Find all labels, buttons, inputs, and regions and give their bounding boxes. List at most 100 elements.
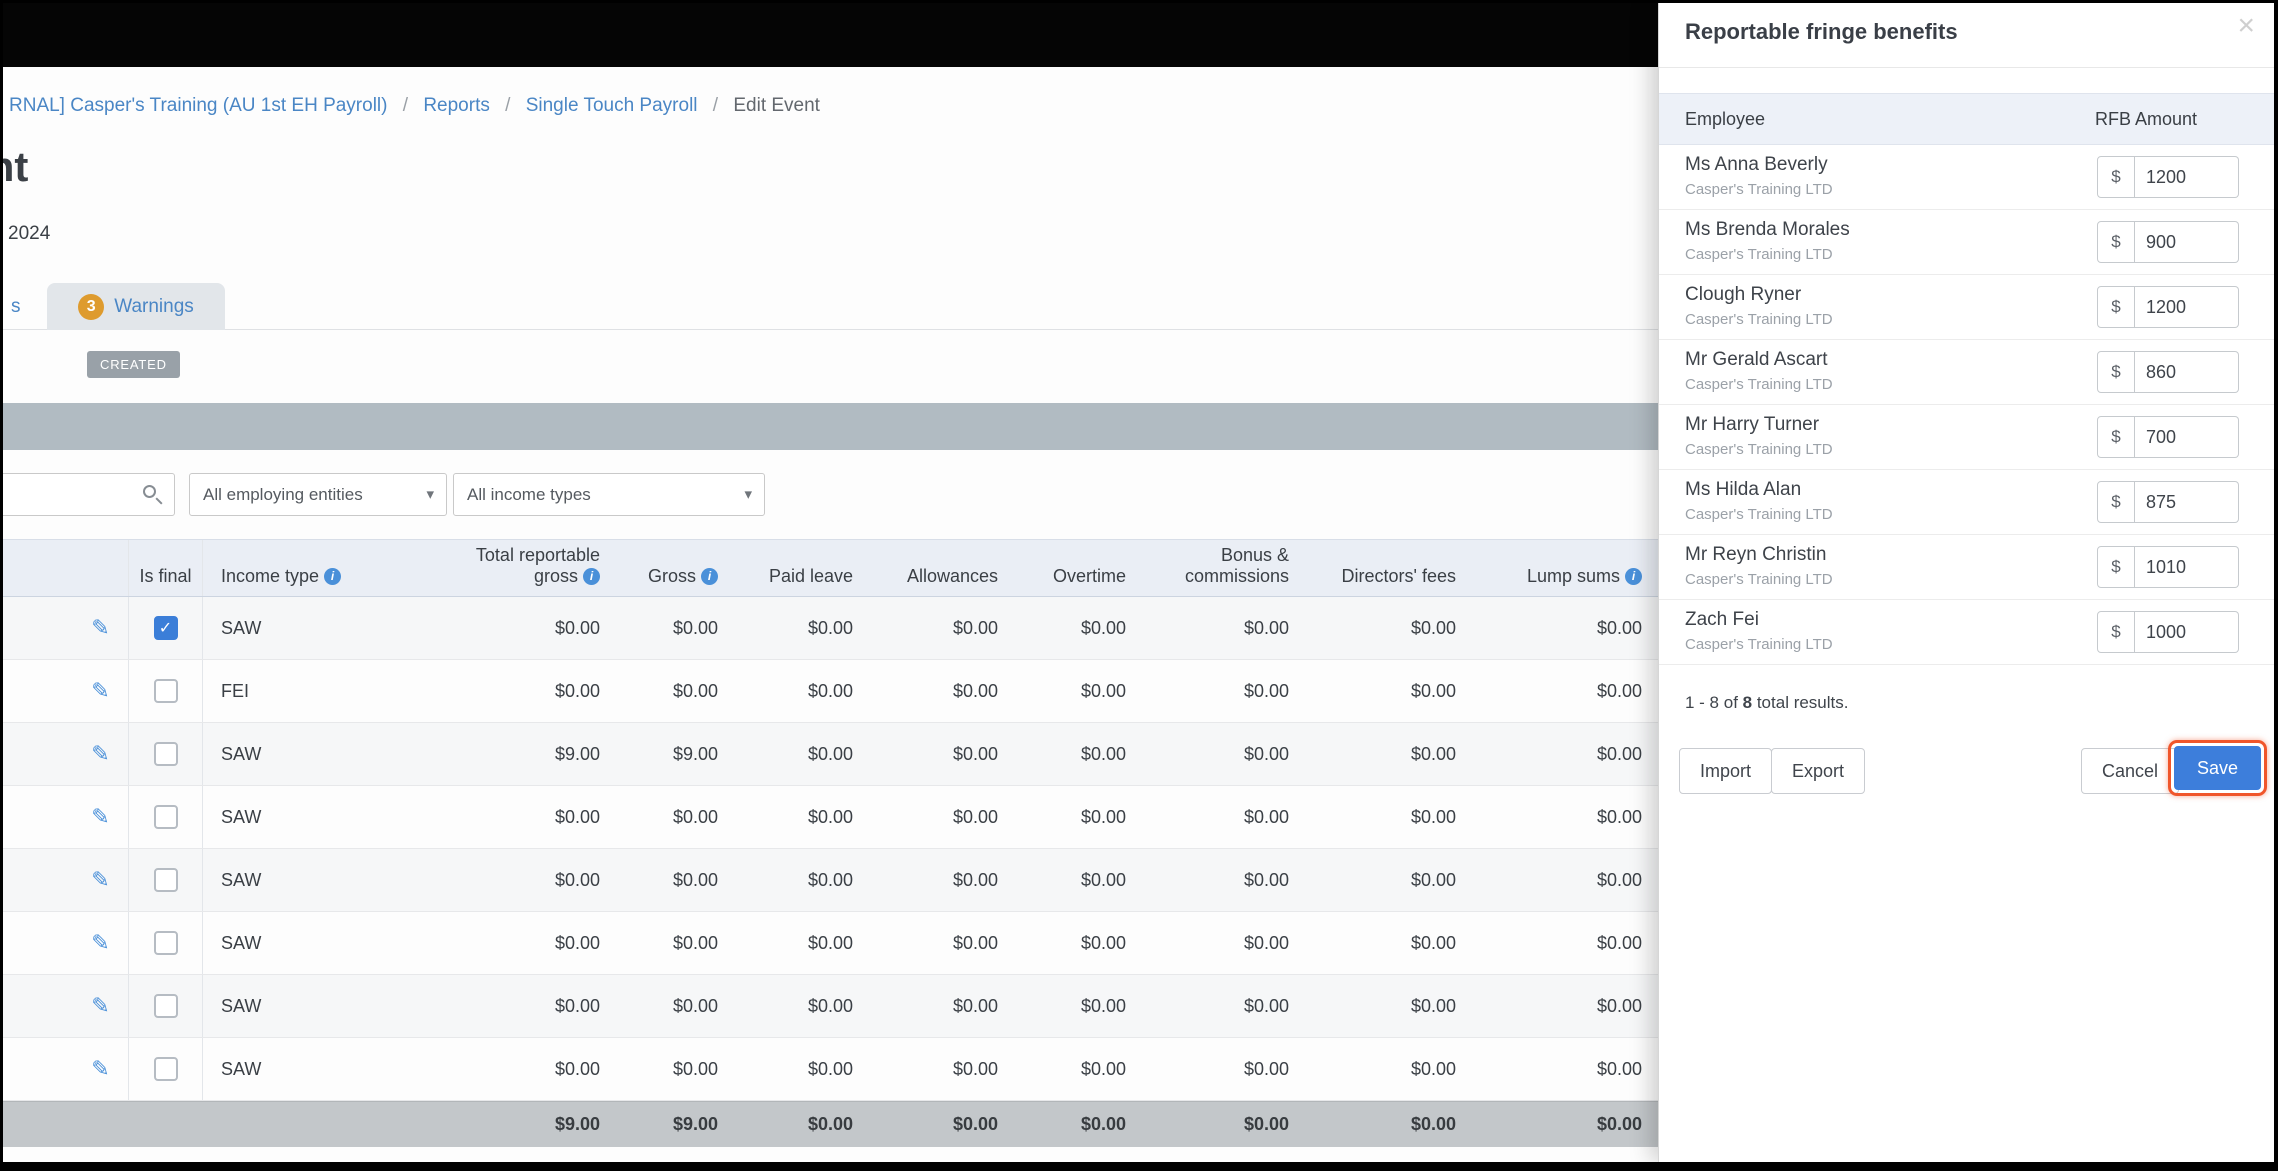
warnings-count-badge: 3 — [78, 293, 105, 320]
table-row-grid: ✎ ✓ SAW $0.00 $0.00 $0.00 $0.00 $0.00 $0.00 $0.00… — [73, 1038, 1655, 1100]
main-content: RNAL] Casper's Training (AU 1st EH Payro… — [3, 3, 1658, 1162]
breadcrumb-stp[interactable]: Single Touch Payroll — [526, 95, 698, 116]
is-final-checkbox[interactable]: ✓ — [153, 805, 178, 829]
tab-bar: s 3 Warnings — [3, 283, 1658, 330]
edit-row-button[interactable]: ✎ — [91, 867, 109, 892]
column-header: Is final — [128, 540, 203, 596]
is-final-checkbox[interactable]: ✓ — [153, 742, 178, 766]
amount-cell: $0.00 — [1080, 1058, 1126, 1079]
column-header-text: Gross — [647, 566, 696, 586]
table-row-grid: ✎ ✓ SAW $0.00 $0.00 $0.00 $0.00 $0.00 $0.00 $0.00… — [73, 597, 1655, 659]
employee-search-input[interactable] — [3, 474, 134, 515]
is-final-checkbox[interactable]: ✓ — [153, 931, 178, 955]
currency-addon: $ — [2097, 286, 2135, 328]
is-final-cell: ✓ — [128, 723, 203, 785]
stp-table-totals: $9.00 $9.00 $0.00 $0.00 $0.00 $0.00 $0.00 $0.00 — [3, 1101, 1658, 1147]
amount-cell: $0.00 — [1410, 995, 1456, 1016]
column-header: Total reportable gross i — [333, 545, 613, 596]
edit-cell: ✎ — [73, 1056, 128, 1082]
rfb-amount-input[interactable] — [2135, 611, 2239, 653]
income-type-cell: SAW — [221, 1058, 262, 1079]
status-badge: CREATED — [87, 351, 180, 378]
amount-cell: $0.00 — [1243, 1058, 1289, 1079]
amount-cell: $0.00 — [1596, 743, 1642, 764]
results-suffix: total results. — [1752, 693, 1849, 712]
edit-row-button[interactable]: ✎ — [91, 804, 109, 829]
column-header-line: Gross i — [613, 566, 718, 587]
totals-amount-cell: $0.00 — [807, 1114, 853, 1134]
rfb-amount-input[interactable] — [2135, 221, 2239, 263]
employee-company: Casper's Training LTD — [1685, 376, 1833, 393]
tab-fragment[interactable]: s — [11, 296, 21, 318]
totals-amount-cell: $0.00 — [1596, 1114, 1642, 1134]
table-row: ✎ ✓ FEI $0.00 $0.00 $0.00 $0.00 $0.00 $0.00 $0.00… — [3, 660, 1658, 723]
export-button[interactable]: Export — [1771, 748, 1866, 794]
rfb-amount-input[interactable] — [2135, 286, 2239, 328]
currency-addon: $ — [2097, 416, 2135, 458]
employee-name: Mr Reyn Christin — [1685, 544, 1827, 565]
cancel-button[interactable]: Cancel — [2080, 748, 2179, 794]
amount-cell: $0.00 — [807, 932, 853, 953]
breadcrumb-business[interactable]: RNAL] Casper's Training (AU 1st EH Payro… — [9, 95, 387, 116]
column-header-text: Bonus & — [1220, 545, 1289, 565]
breadcrumb-current: Edit Event — [733, 95, 820, 116]
is-final-checkbox[interactable]: ✓ — [153, 1057, 178, 1081]
table-row-grid: ✎ ✓ SAW $0.00 $0.00 $0.00 $0.00 $0.00 $0.00 $0.00… — [73, 786, 1655, 848]
edit-row-button[interactable]: ✎ — [91, 993, 109, 1018]
edit-cell: ✎ — [73, 615, 128, 641]
amount-cell: $0.00 — [554, 806, 600, 827]
rfb-amount-input[interactable] — [2135, 416, 2239, 458]
close-icon[interactable]: × — [2237, 11, 2255, 41]
amount-cell: $0.00 — [952, 869, 998, 890]
rfb-row: Ms Brenda Morales Casper's Training LTD $ — [1659, 210, 2274, 275]
is-final-checkbox[interactable]: ✓ — [153, 994, 178, 1018]
currency-addon: $ — [2097, 221, 2135, 263]
edit-row-button[interactable]: ✎ — [91, 678, 109, 703]
edit-cell: ✎ — [73, 867, 128, 893]
amount-cell: $0.00 — [554, 680, 600, 701]
employing-entities-dropdown[interactable]: All employing entities ▾ — [189, 473, 447, 516]
is-final-checkbox[interactable]: ✓ — [153, 679, 178, 703]
rfb-amount-group: $ — [2097, 481, 2239, 523]
info-icon[interactable]: i — [583, 568, 600, 585]
edit-cell: ✎ — [73, 993, 128, 1019]
edit-row-button[interactable]: ✎ — [91, 1056, 109, 1081]
amount-cell: $0.00 — [1596, 932, 1642, 953]
column-header-line: Lump sums i — [1469, 566, 1642, 587]
income-types-dropdown[interactable]: All income types ▾ — [453, 473, 765, 516]
edit-row-button[interactable]: ✎ — [91, 615, 109, 640]
rfb-amount-input[interactable] — [2135, 351, 2239, 393]
is-final-checkbox[interactable]: ✓ — [153, 868, 178, 892]
amount-cell: $0.00 — [952, 680, 998, 701]
info-icon[interactable]: i — [701, 568, 718, 585]
rfb-row: Zach Fei Casper's Training LTD $ — [1659, 600, 2274, 665]
info-icon[interactable]: i — [1625, 568, 1642, 585]
import-button[interactable]: Import — [1679, 748, 1773, 794]
rfb-amount-input[interactable] — [2135, 546, 2239, 588]
amount-cell: $0.00 — [952, 806, 998, 827]
amount-cell: $0.00 — [952, 995, 998, 1016]
stp-table-totals-grid: $9.00 $9.00 $0.00 $0.00 $0.00 $0.00 $0.00 $0.00 — [73, 1102, 1655, 1147]
rfb-amount-input[interactable] — [2135, 481, 2239, 523]
amount-cell: $0.00 — [1080, 680, 1126, 701]
column-header-line: Is final — [139, 566, 191, 587]
totals-amount-cell: $0.00 — [1243, 1114, 1289, 1134]
edit-row-button[interactable]: ✎ — [91, 930, 109, 955]
employee-name: Mr Gerald Ascart — [1685, 349, 1828, 370]
employee-company: Casper's Training LTD — [1685, 636, 1833, 653]
employee-search-box[interactable] — [3, 473, 175, 516]
breadcrumb-reports[interactable]: Reports — [423, 95, 490, 116]
save-button[interactable]: Save — [2173, 746, 2261, 790]
edit-row-button[interactable]: ✎ — [91, 741, 109, 766]
column-header-text: Lump sums — [1526, 566, 1620, 586]
table-row-grid: ✎ ✓ FEI $0.00 $0.00 $0.00 $0.00 $0.00 $0.00 $0.00… — [73, 660, 1655, 722]
employee-company: Casper's Training LTD — [1685, 181, 1833, 198]
rfb-rows: Ms Anna BeverlyCasper's Training LTD$Ms … — [1659, 145, 2274, 665]
is-final-checkbox[interactable]: ✓ — [153, 616, 178, 640]
column-header: Allowances — [866, 566, 1011, 596]
amount-cell: $0.00 — [554, 869, 600, 890]
amount-cell: $0.00 — [807, 680, 853, 701]
tab-warnings[interactable]: 3 Warnings — [47, 283, 225, 330]
rfb-amount-input[interactable] — [2135, 156, 2239, 198]
amount-cell: $0.00 — [554, 617, 600, 638]
